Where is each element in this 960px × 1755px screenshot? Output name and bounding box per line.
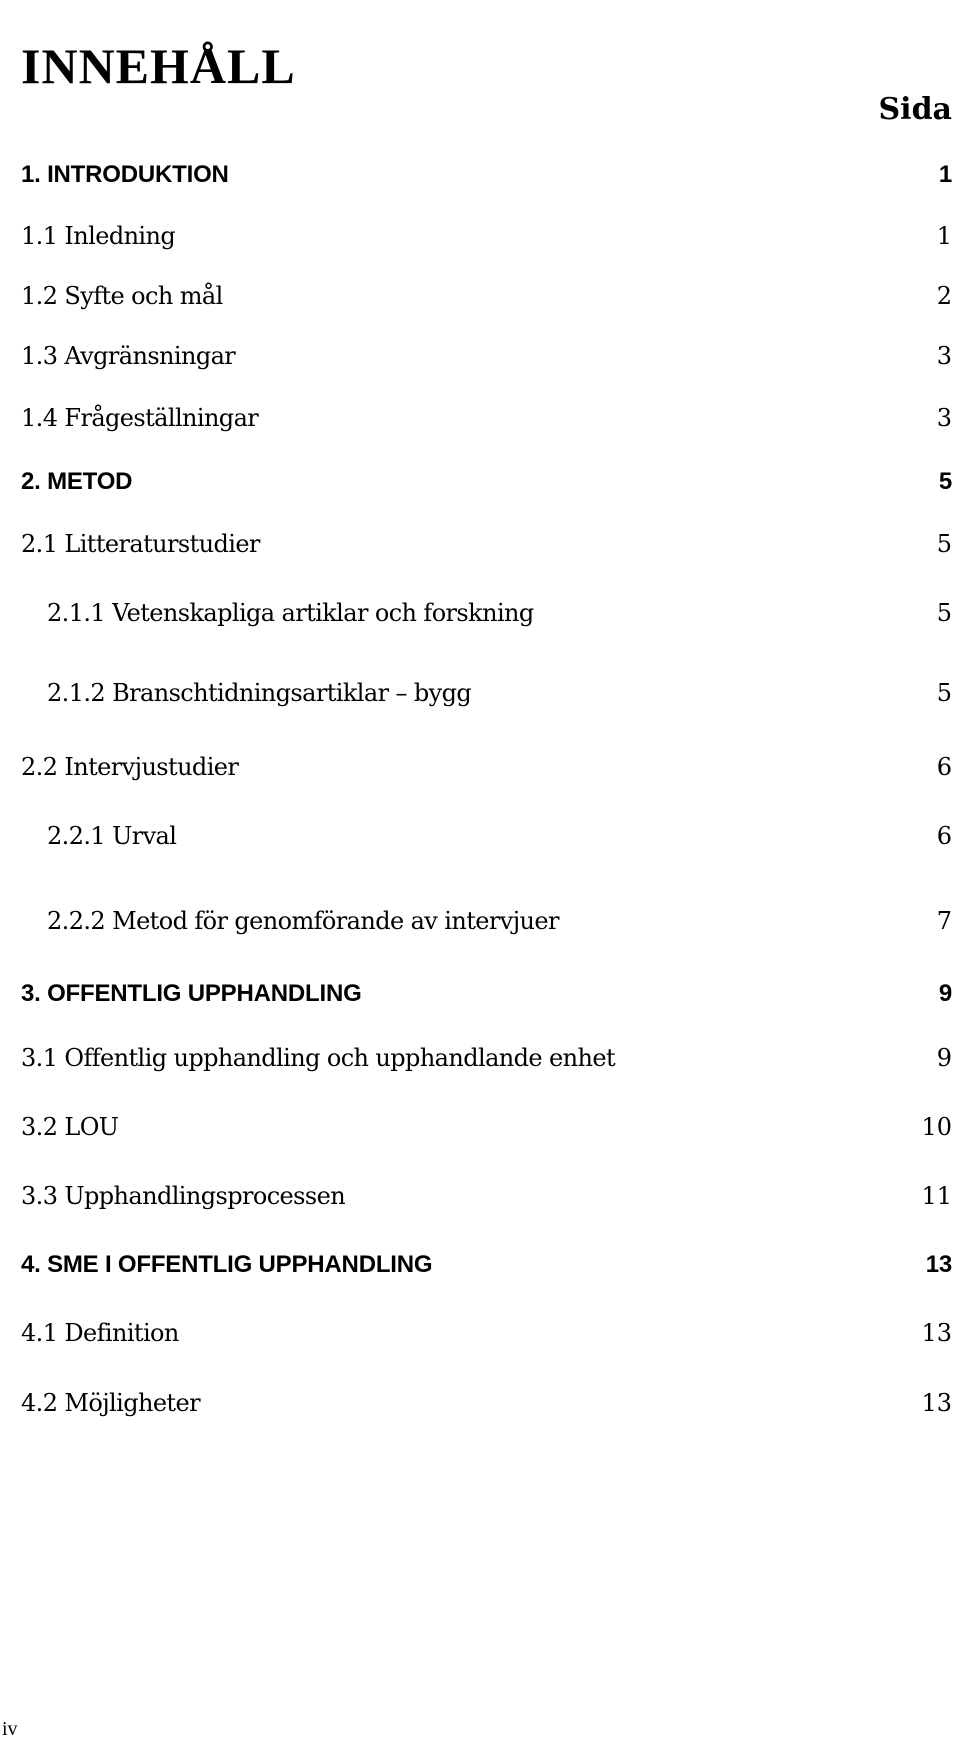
toc-entry-page: 3 [936,404,952,432]
toc-entry-page: 5 [936,530,952,558]
toc-entry-label: 1.2 Syfte och mål [21,282,223,310]
toc-entry[interactable]: 2.1.2 Branschtidningsartiklar – bygg 5 [0,675,960,711]
toc-entry-label: 2.1 Litteraturstudier [21,530,260,558]
toc-entry-label: 2.1.2 Branschtidningsartiklar – bygg [47,679,472,707]
toc-entry-page: 1 [938,161,952,188]
page-title: INNEHÅLL [21,37,296,94]
toc-entry-page: 2 [936,282,952,310]
toc-entry[interactable]: 4.2 Möjligheter 13 [0,1385,960,1421]
toc-entry-label: 2. METOD [21,468,133,495]
toc-entry[interactable]: 3.3 Upphandlingsprocessen 11 [0,1178,960,1214]
toc-entry-label: 2.2 Intervjustudier [21,753,239,781]
toc-entry-label: 1.1 Inledning [21,222,176,250]
toc-entry-page: 9 [938,980,952,1007]
toc-entry-label: 2.1.1 Vetenskapliga artiklar och forskni… [47,599,534,627]
toc-entry-page: 6 [936,753,952,781]
toc-entry-label: 1. INTRODUKTION [21,161,229,188]
toc-entry-label: 3. OFFENTLIG UPPHANDLING [21,980,362,1007]
toc-entry-page: 6 [936,822,952,850]
toc-entry-label: 2.2.1 Urval [47,822,177,850]
footer-page-number: iv [2,1718,18,1740]
toc-entry[interactable]: 1.3 Avgränsningar 3 [0,338,960,374]
toc-entry[interactable]: 1.4 Frågeställningar 3 [0,400,960,436]
toc-entry[interactable]: 2.2.1 Urval 6 [0,818,960,854]
toc-entry-label: 2.2.2 Metod för genomförande av intervju… [47,907,559,935]
toc-entry[interactable]: 2.2.2 Metod för genomförande av intervju… [0,903,960,939]
toc-entry-page: 5 [936,679,952,707]
toc-entry-label: 4. SME I OFFENTLIG UPPHANDLING [21,1251,433,1278]
toc-entry-page: 7 [936,907,952,935]
toc-entry-label: 1.4 Frågeställningar [21,404,259,432]
toc-entry-page: 13 [921,1319,952,1347]
toc-entry[interactable]: 1. INTRODUKTION 1 [0,157,960,193]
toc-entry-label: 4.1 Definition [21,1319,179,1347]
toc-entry-page: 3 [936,342,952,370]
toc-entry-label: 3.1 Offentlig upphandling och upphandlan… [21,1044,616,1072]
toc-entry-page: 5 [938,468,952,495]
toc-entry-page: 1 [936,222,952,250]
toc-entry[interactable]: 1.2 Syfte och mål 2 [0,278,960,314]
toc-entry[interactable]: 2. METOD 5 [0,464,960,500]
toc-entry[interactable]: 3. OFFENTLIG UPPHANDLING 9 [0,976,960,1012]
toc-entry-page: 11 [921,1182,952,1210]
toc-entry-page: 5 [936,599,952,627]
toc-entry[interactable]: 4.1 Definition 13 [0,1315,960,1351]
toc-entry-label: 1.3 Avgränsningar [21,342,236,370]
toc-entry[interactable]: 3.1 Offentlig upphandling och upphandlan… [0,1040,960,1076]
toc-entry[interactable]: 4. SME I OFFENTLIG UPPHANDLING 13 [0,1247,960,1283]
toc-entry-page: 9 [936,1044,952,1072]
toc-entry[interactable]: 2.1.1 Vetenskapliga artiklar och forskni… [0,595,960,631]
toc-entry-label: 3.3 Upphandlingsprocessen [21,1182,346,1210]
toc-entry-label: 3.2 LOU [21,1113,119,1141]
toc-entry[interactable]: 1.1 Inledning 1 [0,218,960,254]
toc-entry-page: 13 [921,1389,952,1417]
toc-entry-label: 4.2 Möjligheter [21,1389,201,1417]
toc-entry-page: 10 [921,1113,952,1141]
toc-entry[interactable]: 2.1 Litteraturstudier 5 [0,526,960,562]
page-column-header: Sida [878,92,952,127]
toc-entry[interactable]: 2.2 Intervjustudier 6 [0,749,960,785]
toc-entry-page: 13 [925,1251,952,1278]
toc-entry[interactable]: 3.2 LOU 10 [0,1109,960,1145]
